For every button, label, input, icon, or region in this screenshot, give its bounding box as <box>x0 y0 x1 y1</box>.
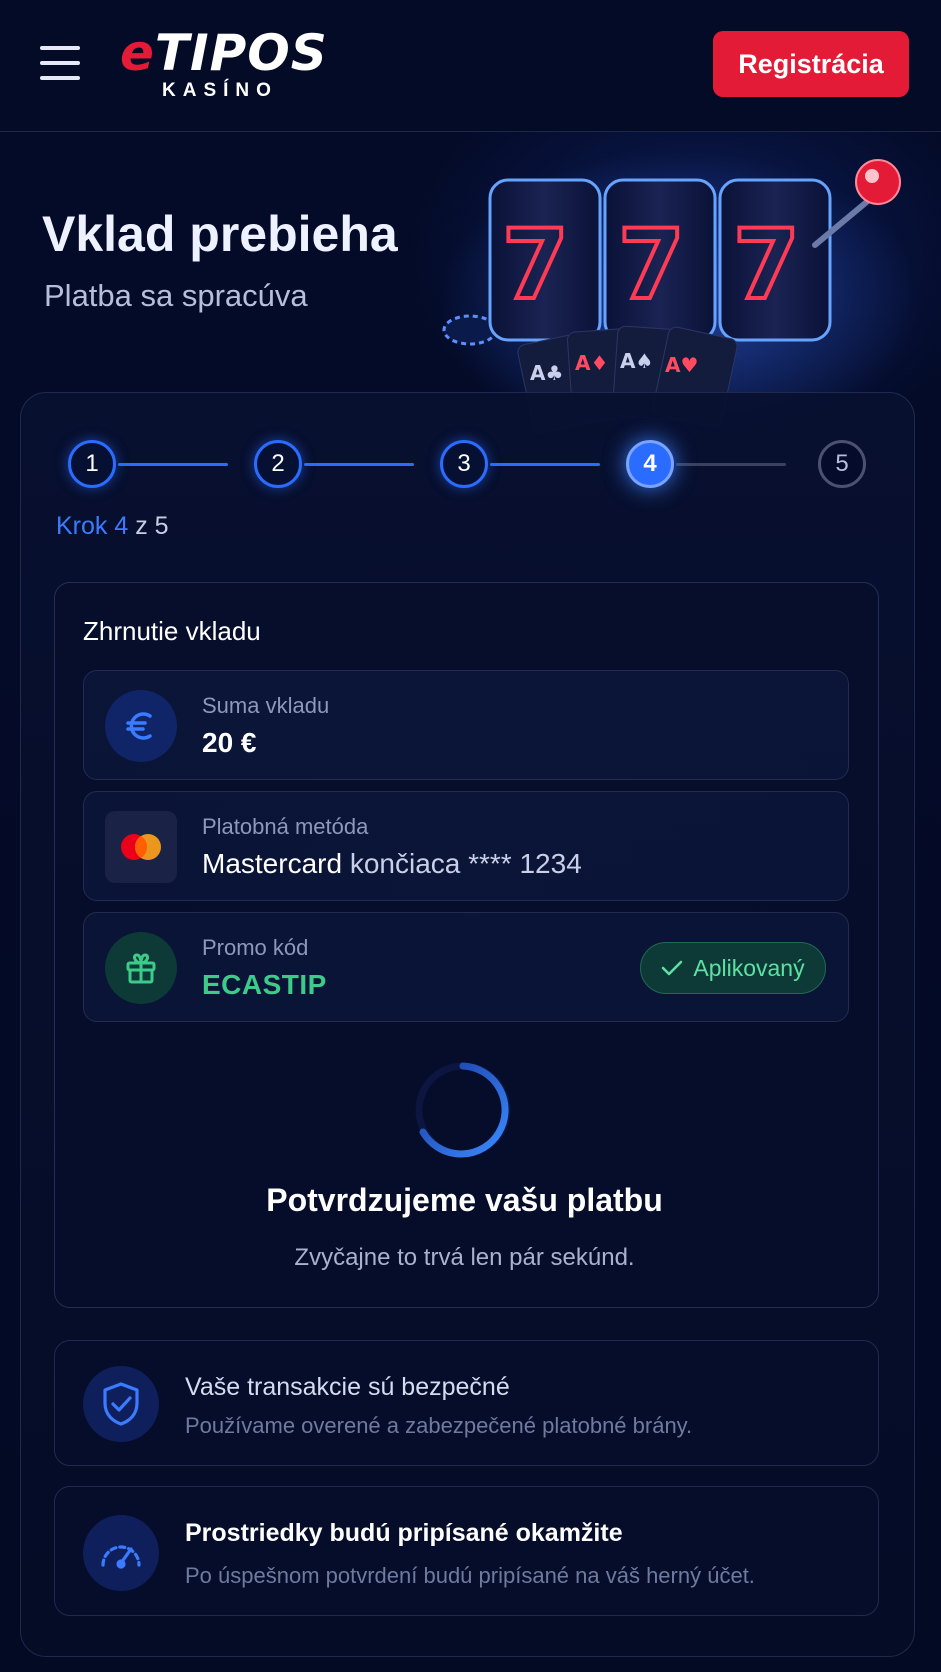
step-4-current: 4 <box>626 440 674 488</box>
page-subtitle: Platba sa spracúva <box>44 278 308 313</box>
confirming-subtitle: Zvyčajne to trvá len pár sekúnd. <box>294 1244 635 1271</box>
card-brand: Mastercard <box>202 848 343 879</box>
logo-tipos: TIPOS <box>154 24 328 82</box>
register-button[interactable]: Registrácia <box>713 31 909 97</box>
page-title: Vklad prebieha <box>42 206 398 262</box>
amount-row: Suma vkladu 20 € <box>83 670 849 780</box>
step-5: 5 <box>818 440 866 488</box>
etipos-kasino-logo[interactable]: eTIPOS KASÍNO <box>120 26 340 102</box>
promo-code-row: Promo kód ECASTIP Aplikovaný <box>83 912 849 1022</box>
gift-icon <box>105 932 177 1004</box>
step-connector <box>304 463 414 466</box>
logo-subtitle: KASÍNO <box>162 80 278 101</box>
step-connector <box>118 463 228 466</box>
security-text: Používame overené a zabezpečené platobné… <box>185 1413 693 1438</box>
hamburger-menu-icon[interactable] <box>40 46 80 80</box>
svg-text:7: 7 <box>618 209 685 321</box>
svg-text:A♦: A♦ <box>575 351 608 375</box>
euro-icon <box>105 690 177 762</box>
payment-method-label: Platobná metóda <box>202 814 369 839</box>
payment-method-row: Platobná metóda Mastercard končiaca ****… <box>83 791 849 901</box>
instant-credit-text: Po úspešnom potvrdení budú pripísané na … <box>185 1563 755 1588</box>
promo-code-label: Promo kód <box>202 935 309 960</box>
promo-applied-label: Aplikovaný <box>693 954 805 981</box>
svg-text:7: 7 <box>502 209 569 321</box>
card-detail: končiaca **** 1234 <box>349 848 582 879</box>
amount-value: 20 € <box>202 727 257 758</box>
confirming-title: Potvrdzujeme vašu platbu <box>266 1182 663 1218</box>
instant-credit-info: Prostriedky budú pripísané okamžite Po ú… <box>54 1486 879 1616</box>
logo-e: e <box>120 24 155 82</box>
step-2: 2 <box>254 440 302 488</box>
top-bar: eTIPOS KASÍNO Registrácia <box>0 0 941 132</box>
step-connector <box>676 463 786 466</box>
loading-spinner-icon <box>415 1062 511 1158</box>
svg-text:A♠: A♠ <box>620 349 653 373</box>
speedometer-icon <box>83 1515 159 1591</box>
svg-text:7: 7 <box>733 209 800 321</box>
instant-credit-title: Prostriedky budú pripísané okamžite <box>185 1519 623 1547</box>
security-title: Vaše transakcie sú bezpečné <box>185 1373 510 1401</box>
shield-check-icon <box>83 1366 159 1442</box>
security-info: Vaše transakcie sú bezpečné Používame ov… <box>54 1340 879 1466</box>
mastercard-icon <box>105 811 177 883</box>
progress-stepper: 1 2 3 4 5 <box>68 440 868 490</box>
payment-method-value: Mastercard končiaca **** 1234 <box>202 848 582 880</box>
promo-code-value: ECASTIP <box>202 969 327 1000</box>
check-icon <box>662 960 683 976</box>
step-counter: Krok 4 z 5 <box>56 512 169 541</box>
amount-label: Suma vkladu <box>202 693 330 718</box>
svg-text:A♥: A♥ <box>665 353 698 377</box>
step-counter-current: Krok 4 <box>56 512 129 540</box>
svg-text:A♣: A♣ <box>530 361 563 385</box>
promo-applied-badge: Aplikovaný <box>640 942 826 994</box>
step-counter-total: z 5 <box>135 512 169 540</box>
summary-title: Zhrnutie vkladu <box>83 616 261 646</box>
step-connector <box>490 463 600 466</box>
step-1: 1 <box>68 440 116 488</box>
step-3: 3 <box>440 440 488 488</box>
